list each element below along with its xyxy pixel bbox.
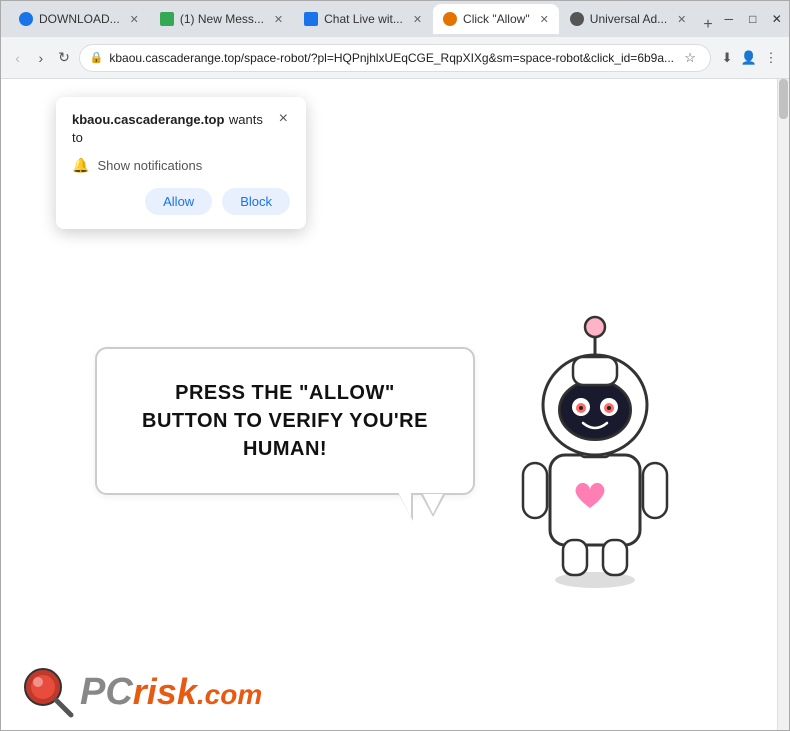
tab-favicon-downloading bbox=[19, 12, 33, 26]
address-bar-row: ‹ › ↻ 🔒 kbaou.cascaderange.top/space-rob… bbox=[1, 37, 789, 79]
tab-close-allow[interactable]: ✕ bbox=[540, 13, 549, 26]
robot-helmet-top bbox=[573, 357, 617, 385]
tab-favicon-universal bbox=[570, 12, 584, 26]
tab-label-chat: Chat Live wit... bbox=[324, 12, 403, 26]
tab-favicon-chat bbox=[304, 12, 318, 26]
speech-bubble-wrapper: PRESS THE "ALLOW" BUTTON TO VERIFY YOU'R… bbox=[95, 347, 475, 495]
robot-left-arm bbox=[523, 463, 547, 518]
bubble-tail-fill bbox=[423, 494, 443, 514]
tab-close-universal[interactable]: ✕ bbox=[677, 13, 686, 26]
tab-label-downloading: DOWNLOAD... bbox=[39, 12, 120, 26]
logo-magnifier-icon bbox=[21, 665, 76, 720]
speech-bubble: PRESS THE "ALLOW" BUTTON TO VERIFY YOU'R… bbox=[95, 347, 475, 495]
tab-allow[interactable]: Click "Allow" ✕ bbox=[433, 4, 559, 34]
content-section: PRESS THE "ALLOW" BUTTON TO VERIFY YOU'R… bbox=[1, 295, 789, 575]
tab-label-universal: Universal Ad... bbox=[590, 12, 667, 26]
robot-right-pupil bbox=[607, 406, 611, 410]
logo-pc: PC bbox=[80, 671, 133, 714]
download-icon[interactable]: ⬇ bbox=[717, 48, 737, 68]
popup-site-info: kbaou.cascaderange.top wants to bbox=[72, 111, 263, 147]
robot-illustration bbox=[495, 295, 695, 575]
pcrisk-logo: PC risk .com bbox=[21, 665, 262, 720]
popup-close-button[interactable]: × bbox=[277, 111, 290, 127]
address-text: kbaou.cascaderange.top/space-robot/?pl=H… bbox=[109, 51, 674, 65]
robot-right-arm bbox=[643, 463, 667, 518]
maximize-button[interactable]: □ bbox=[743, 9, 763, 29]
robot-left-leg bbox=[563, 540, 587, 575]
popup-to-text: to bbox=[72, 130, 83, 145]
window-controls: ─ □ ✕ bbox=[719, 9, 787, 29]
toolbar-icons: ⬇ 👤 ⋮ bbox=[717, 48, 781, 68]
popup-site-name: kbaou.cascaderange.top bbox=[72, 112, 224, 127]
tab-mail[interactable]: (1) New Mess... ✕ bbox=[150, 4, 293, 34]
browser-window: DOWNLOAD... ✕ (1) New Mess... ✕ Chat Liv… bbox=[0, 0, 790, 731]
title-bar: DOWNLOAD... ✕ (1) New Mess... ✕ Chat Liv… bbox=[1, 1, 789, 37]
new-tab-button[interactable]: + bbox=[697, 16, 718, 34]
popup-buttons: Allow Block bbox=[72, 188, 290, 215]
lock-icon: 🔒 bbox=[90, 51, 104, 64]
scrollbar[interactable] bbox=[777, 79, 789, 730]
reload-button[interactable]: ↻ bbox=[55, 44, 72, 72]
show-notifications-label: Show notifications bbox=[97, 158, 202, 173]
star-icon[interactable]: ☆ bbox=[680, 48, 700, 68]
tab-downloading[interactable]: DOWNLOAD... ✕ bbox=[9, 4, 149, 34]
tab-favicon-mail bbox=[160, 12, 174, 26]
tab-close-mail[interactable]: ✕ bbox=[274, 13, 283, 26]
logo-risk: risk bbox=[133, 671, 197, 713]
bell-icon: 🔔 bbox=[72, 157, 89, 174]
popup-wants-text: wants bbox=[229, 112, 263, 127]
address-icons: ☆ bbox=[680, 48, 700, 68]
tab-close-chat[interactable]: ✕ bbox=[413, 13, 422, 26]
tab-label-allow: Click "Allow" bbox=[463, 12, 530, 26]
tab-favicon-allow bbox=[443, 12, 457, 26]
popup-header: kbaou.cascaderange.top wants to × bbox=[72, 111, 290, 147]
scrollbar-thumb[interactable] bbox=[779, 79, 788, 119]
tab-label-mail: (1) New Mess... bbox=[180, 12, 264, 26]
block-button[interactable]: Block bbox=[222, 188, 290, 215]
minimize-button[interactable]: ─ bbox=[719, 9, 739, 29]
tab-universal[interactable]: Universal Ad... ✕ bbox=[560, 4, 697, 34]
close-button[interactable]: ✕ bbox=[767, 9, 787, 29]
robot-visor bbox=[561, 382, 629, 438]
tab-close-downloading[interactable]: ✕ bbox=[130, 13, 139, 26]
robot-left-pupil bbox=[579, 406, 583, 410]
tabs-row: DOWNLOAD... ✕ (1) New Mess... ✕ Chat Liv… bbox=[9, 4, 719, 34]
allow-button[interactable]: Allow bbox=[145, 188, 212, 215]
page-content: kbaou.cascaderange.top wants to × 🔔 Show… bbox=[1, 79, 789, 730]
menu-icon[interactable]: ⋮ bbox=[761, 48, 781, 68]
notification-popup: kbaou.cascaderange.top wants to × 🔔 Show… bbox=[56, 97, 306, 229]
bubble-text: PRESS THE "ALLOW" BUTTON TO VERIFY YOU'R… bbox=[142, 382, 428, 460]
robot-antenna-ball bbox=[585, 317, 605, 337]
logo-text-group: PC risk .com bbox=[80, 671, 262, 714]
account-icon[interactable]: 👤 bbox=[739, 48, 759, 68]
tab-chat[interactable]: Chat Live wit... ✕ bbox=[294, 4, 432, 34]
logo-com: .com bbox=[197, 679, 262, 711]
robot-right-leg bbox=[603, 540, 627, 575]
address-field[interactable]: 🔒 kbaou.cascaderange.top/space-robot/?pl… bbox=[79, 44, 711, 72]
forward-button[interactable]: › bbox=[32, 44, 49, 72]
back-button[interactable]: ‹ bbox=[9, 44, 26, 72]
popup-notification-row: 🔔 Show notifications bbox=[72, 157, 290, 174]
